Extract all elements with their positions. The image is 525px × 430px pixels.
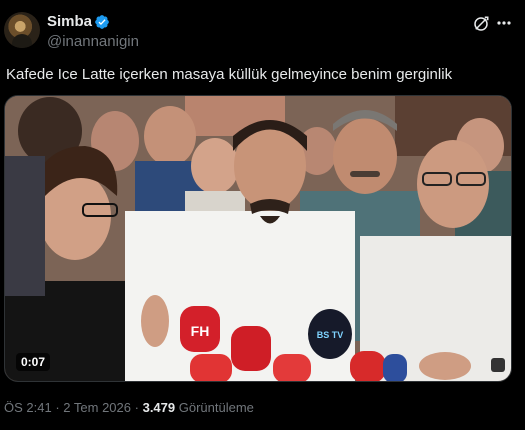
post-text: Kafede Ice Latte içerken masaya küllük g… bbox=[6, 66, 453, 83]
post-time[interactable]: ÖS 2:41 bbox=[4, 400, 52, 415]
post-header: Simba @inannanigin bbox=[0, 0, 525, 56]
more-options-icon[interactable] bbox=[497, 21, 511, 25]
views-count: 3.479 bbox=[142, 400, 176, 415]
meta-separator: · bbox=[55, 400, 60, 415]
video-timestamp-badge: 0:07 bbox=[16, 353, 51, 371]
mic-logo-fh: FH bbox=[191, 323, 210, 339]
post-meta: ÖS 2:41 · 2 Tem 2026 · 3.479 Görüntüleme bbox=[4, 400, 254, 415]
avatar[interactable] bbox=[4, 12, 40, 48]
mic-logo-bstv: BS TV bbox=[317, 330, 344, 340]
post-date[interactable]: 2 Tem 2026 bbox=[63, 400, 131, 415]
video-frame: FH BS TV bbox=[5, 96, 511, 381]
meta-separator: · bbox=[134, 400, 139, 415]
verified-badge-icon bbox=[95, 15, 109, 29]
author-display-name[interactable]: Simba bbox=[47, 13, 92, 30]
video-player[interactable]: FH BS TV bbox=[4, 95, 512, 382]
views-label: Görüntüleme bbox=[178, 400, 254, 415]
author-handle[interactable]: @inannanigin bbox=[47, 33, 139, 50]
grok-icon[interactable] bbox=[472, 15, 490, 33]
